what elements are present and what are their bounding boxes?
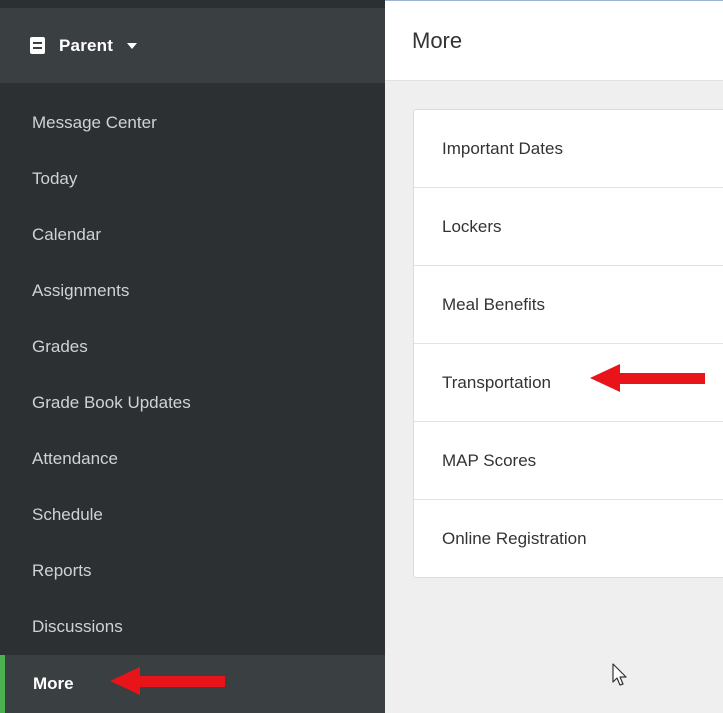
sidebar-item-attendance[interactable]: Attendance xyxy=(0,431,385,487)
sidebar-item-assignments[interactable]: Assignments xyxy=(0,263,385,319)
arrow-shaft xyxy=(620,372,705,384)
arrow-head-icon xyxy=(590,364,620,392)
list-item-online-registration[interactable]: Online Registration xyxy=(414,500,723,577)
sidebar-item-discussions[interactable]: Discussions xyxy=(0,599,385,655)
sidebar-item-grades[interactable]: Grades xyxy=(0,319,385,375)
sidebar-item-grade-book-updates[interactable]: Grade Book Updates xyxy=(0,375,385,431)
sidebar-item-today[interactable]: Today xyxy=(0,151,385,207)
annotation-arrow-more xyxy=(110,667,225,695)
list-item-map-scores[interactable]: MAP Scores xyxy=(414,422,723,500)
role-switcher[interactable]: Parent xyxy=(0,0,385,83)
sidebar: Parent Message Center Today Calendar Ass… xyxy=(0,0,385,713)
main-content: More Important Dates Lockers Meal Benefi… xyxy=(385,0,723,713)
sidebar-item-reports[interactable]: Reports xyxy=(0,543,385,599)
arrow-shaft xyxy=(140,675,225,687)
sidebar-item-message-center[interactable]: Message Center xyxy=(0,95,385,151)
more-list: Important Dates Lockers Meal Benefits Tr… xyxy=(413,109,723,578)
arrow-head-icon xyxy=(110,667,140,695)
role-label: Parent xyxy=(59,35,114,55)
list-item-meal-benefits[interactable]: Meal Benefits xyxy=(414,266,723,344)
mouse-cursor-icon xyxy=(612,663,627,686)
annotation-arrow-transportation xyxy=(590,364,705,392)
sidebar-item-calendar[interactable]: Calendar xyxy=(0,207,385,263)
page-header: More xyxy=(385,1,723,81)
list-item-important-dates[interactable]: Important Dates xyxy=(414,110,723,188)
sidebar-nav: Message Center Today Calendar Assignment… xyxy=(0,95,385,713)
document-icon xyxy=(30,37,45,54)
page-title: More xyxy=(412,27,463,53)
sidebar-item-schedule[interactable]: Schedule xyxy=(0,487,385,543)
list-item-lockers[interactable]: Lockers xyxy=(414,188,723,266)
caret-down-icon xyxy=(127,43,138,49)
